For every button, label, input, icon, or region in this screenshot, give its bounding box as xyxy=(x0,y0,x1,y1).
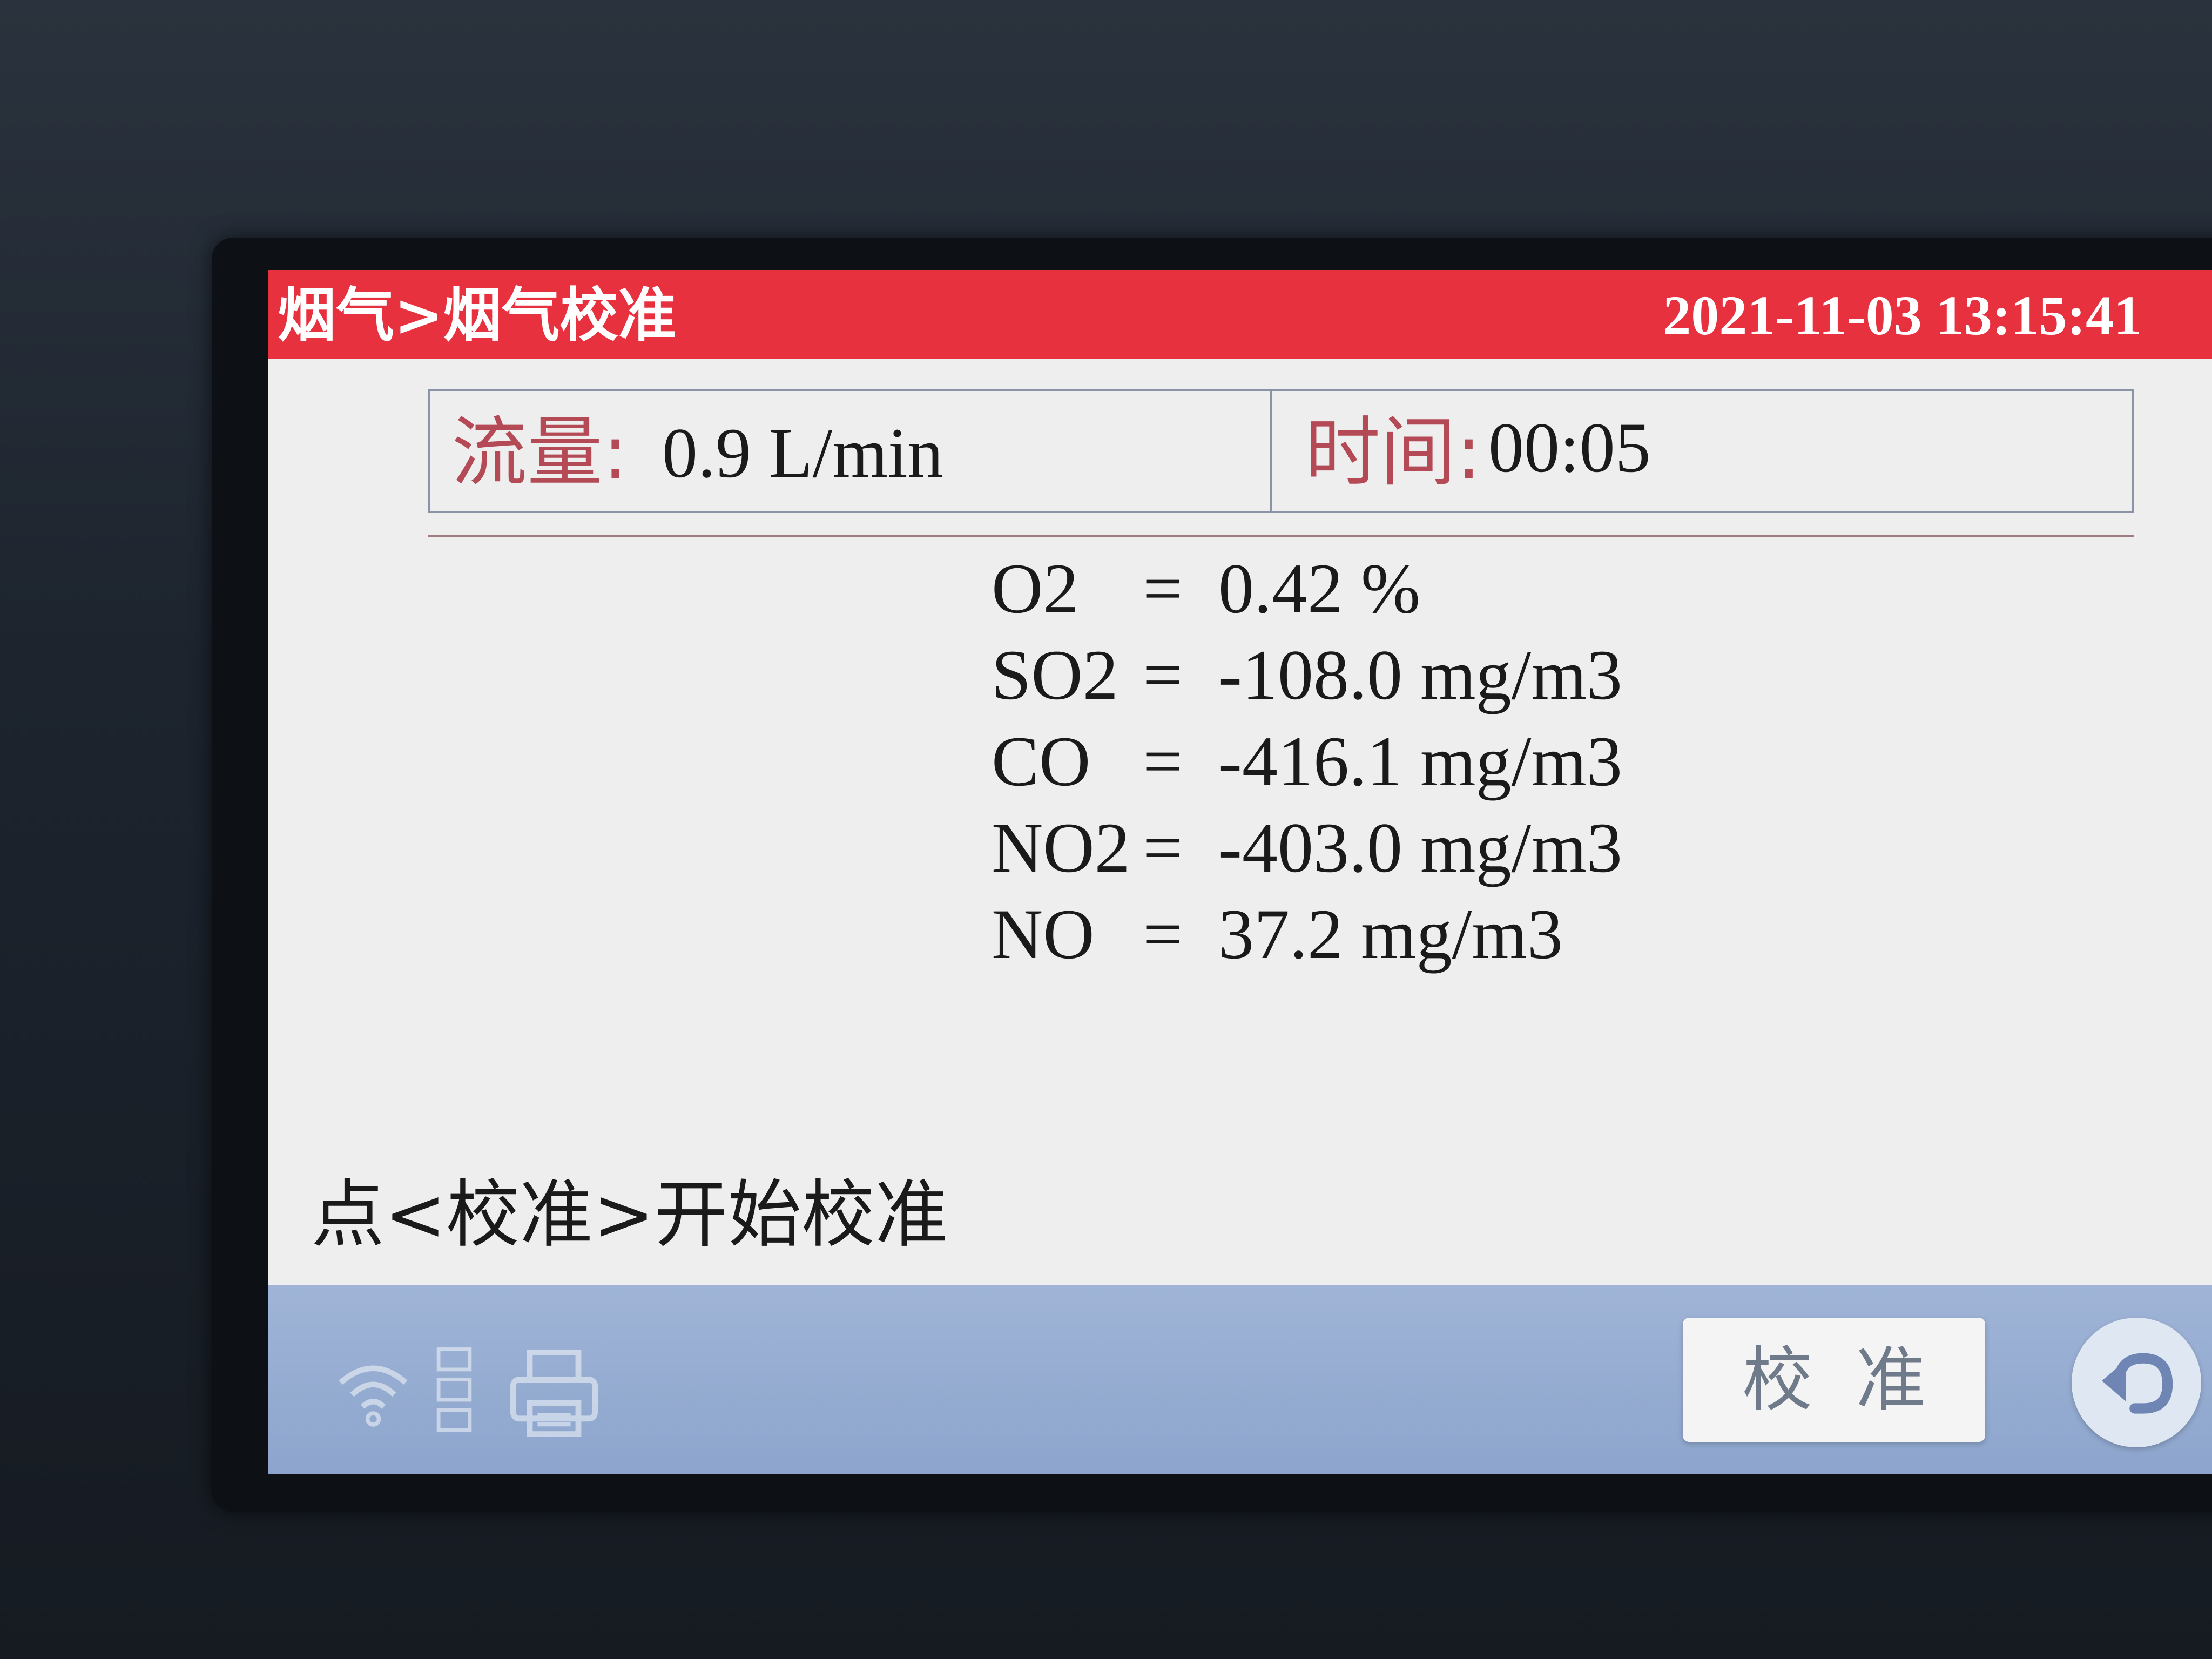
header-bar: 烟气>烟气校准 2021-11-03 13:15:41 xyxy=(268,270,2212,359)
equals-sign: = xyxy=(1143,894,1183,974)
back-icon xyxy=(2102,1353,2173,1414)
gas-value: 37.2 mg/m3 xyxy=(1218,894,1563,974)
time-value: 00:05 xyxy=(1488,408,1651,487)
equals-sign: = xyxy=(1143,549,1183,628)
gas-name: NO2 xyxy=(992,808,1130,887)
breadcrumb: 烟气>烟气校准 xyxy=(278,282,677,349)
info-divider xyxy=(1270,391,1272,511)
device-screen: 烟气>烟气校准 2021-11-03 13:15:41 流量: 0.9 L/mi… xyxy=(268,270,2212,1474)
reading-row-o2: O2 = 0.42 % xyxy=(992,545,1856,632)
divider-line xyxy=(428,535,2134,537)
flow-label: 流量: xyxy=(451,409,629,497)
reading-row-co: CO = -416.1 mg/m3 xyxy=(992,718,1856,805)
footer-bar: 校准 xyxy=(268,1285,2212,1474)
gas-value: -403.0 mg/m3 xyxy=(1218,808,1622,887)
calibration-hint: 点<校准>开始校准 xyxy=(311,1172,948,1258)
gas-value: -108.0 mg/m3 xyxy=(1218,635,1622,714)
usb-icon xyxy=(436,1347,472,1432)
equals-sign: = xyxy=(1143,721,1183,801)
time-label: 时间: xyxy=(1305,409,1482,497)
reading-row-no2: NO2 = -403.0 mg/m3 xyxy=(992,805,1856,891)
photo-background: 烟气>烟气校准 2021-11-03 13:15:41 流量: 0.9 L/mi… xyxy=(0,0,2212,1659)
back-button[interactable] xyxy=(2072,1318,2201,1447)
equals-sign: = xyxy=(1143,808,1183,887)
datetime: 2021-11-03 13:15:41 xyxy=(1663,285,2142,347)
gas-name: CO xyxy=(992,721,1091,801)
flow-value: 0.9 L/min xyxy=(662,413,943,493)
info-box: 流量: 0.9 L/min 时间: 00:05 xyxy=(428,389,2134,513)
reading-row-no: NO = 37.2 mg/m3 xyxy=(992,891,1856,977)
reading-row-so2: SO2 = -108.0 mg/m3 xyxy=(992,632,1856,718)
gas-value: 0.42 % xyxy=(1218,549,1420,628)
printer-icon xyxy=(510,1350,598,1437)
wifi-icon xyxy=(339,1365,408,1427)
gas-name: NO xyxy=(992,894,1095,974)
gas-name: O2 xyxy=(992,549,1079,628)
calibrate-button[interactable]: 校准 xyxy=(1683,1318,1985,1442)
equals-sign: = xyxy=(1143,635,1183,714)
gas-value: -416.1 mg/m3 xyxy=(1218,721,1622,801)
gas-name: SO2 xyxy=(992,635,1118,714)
